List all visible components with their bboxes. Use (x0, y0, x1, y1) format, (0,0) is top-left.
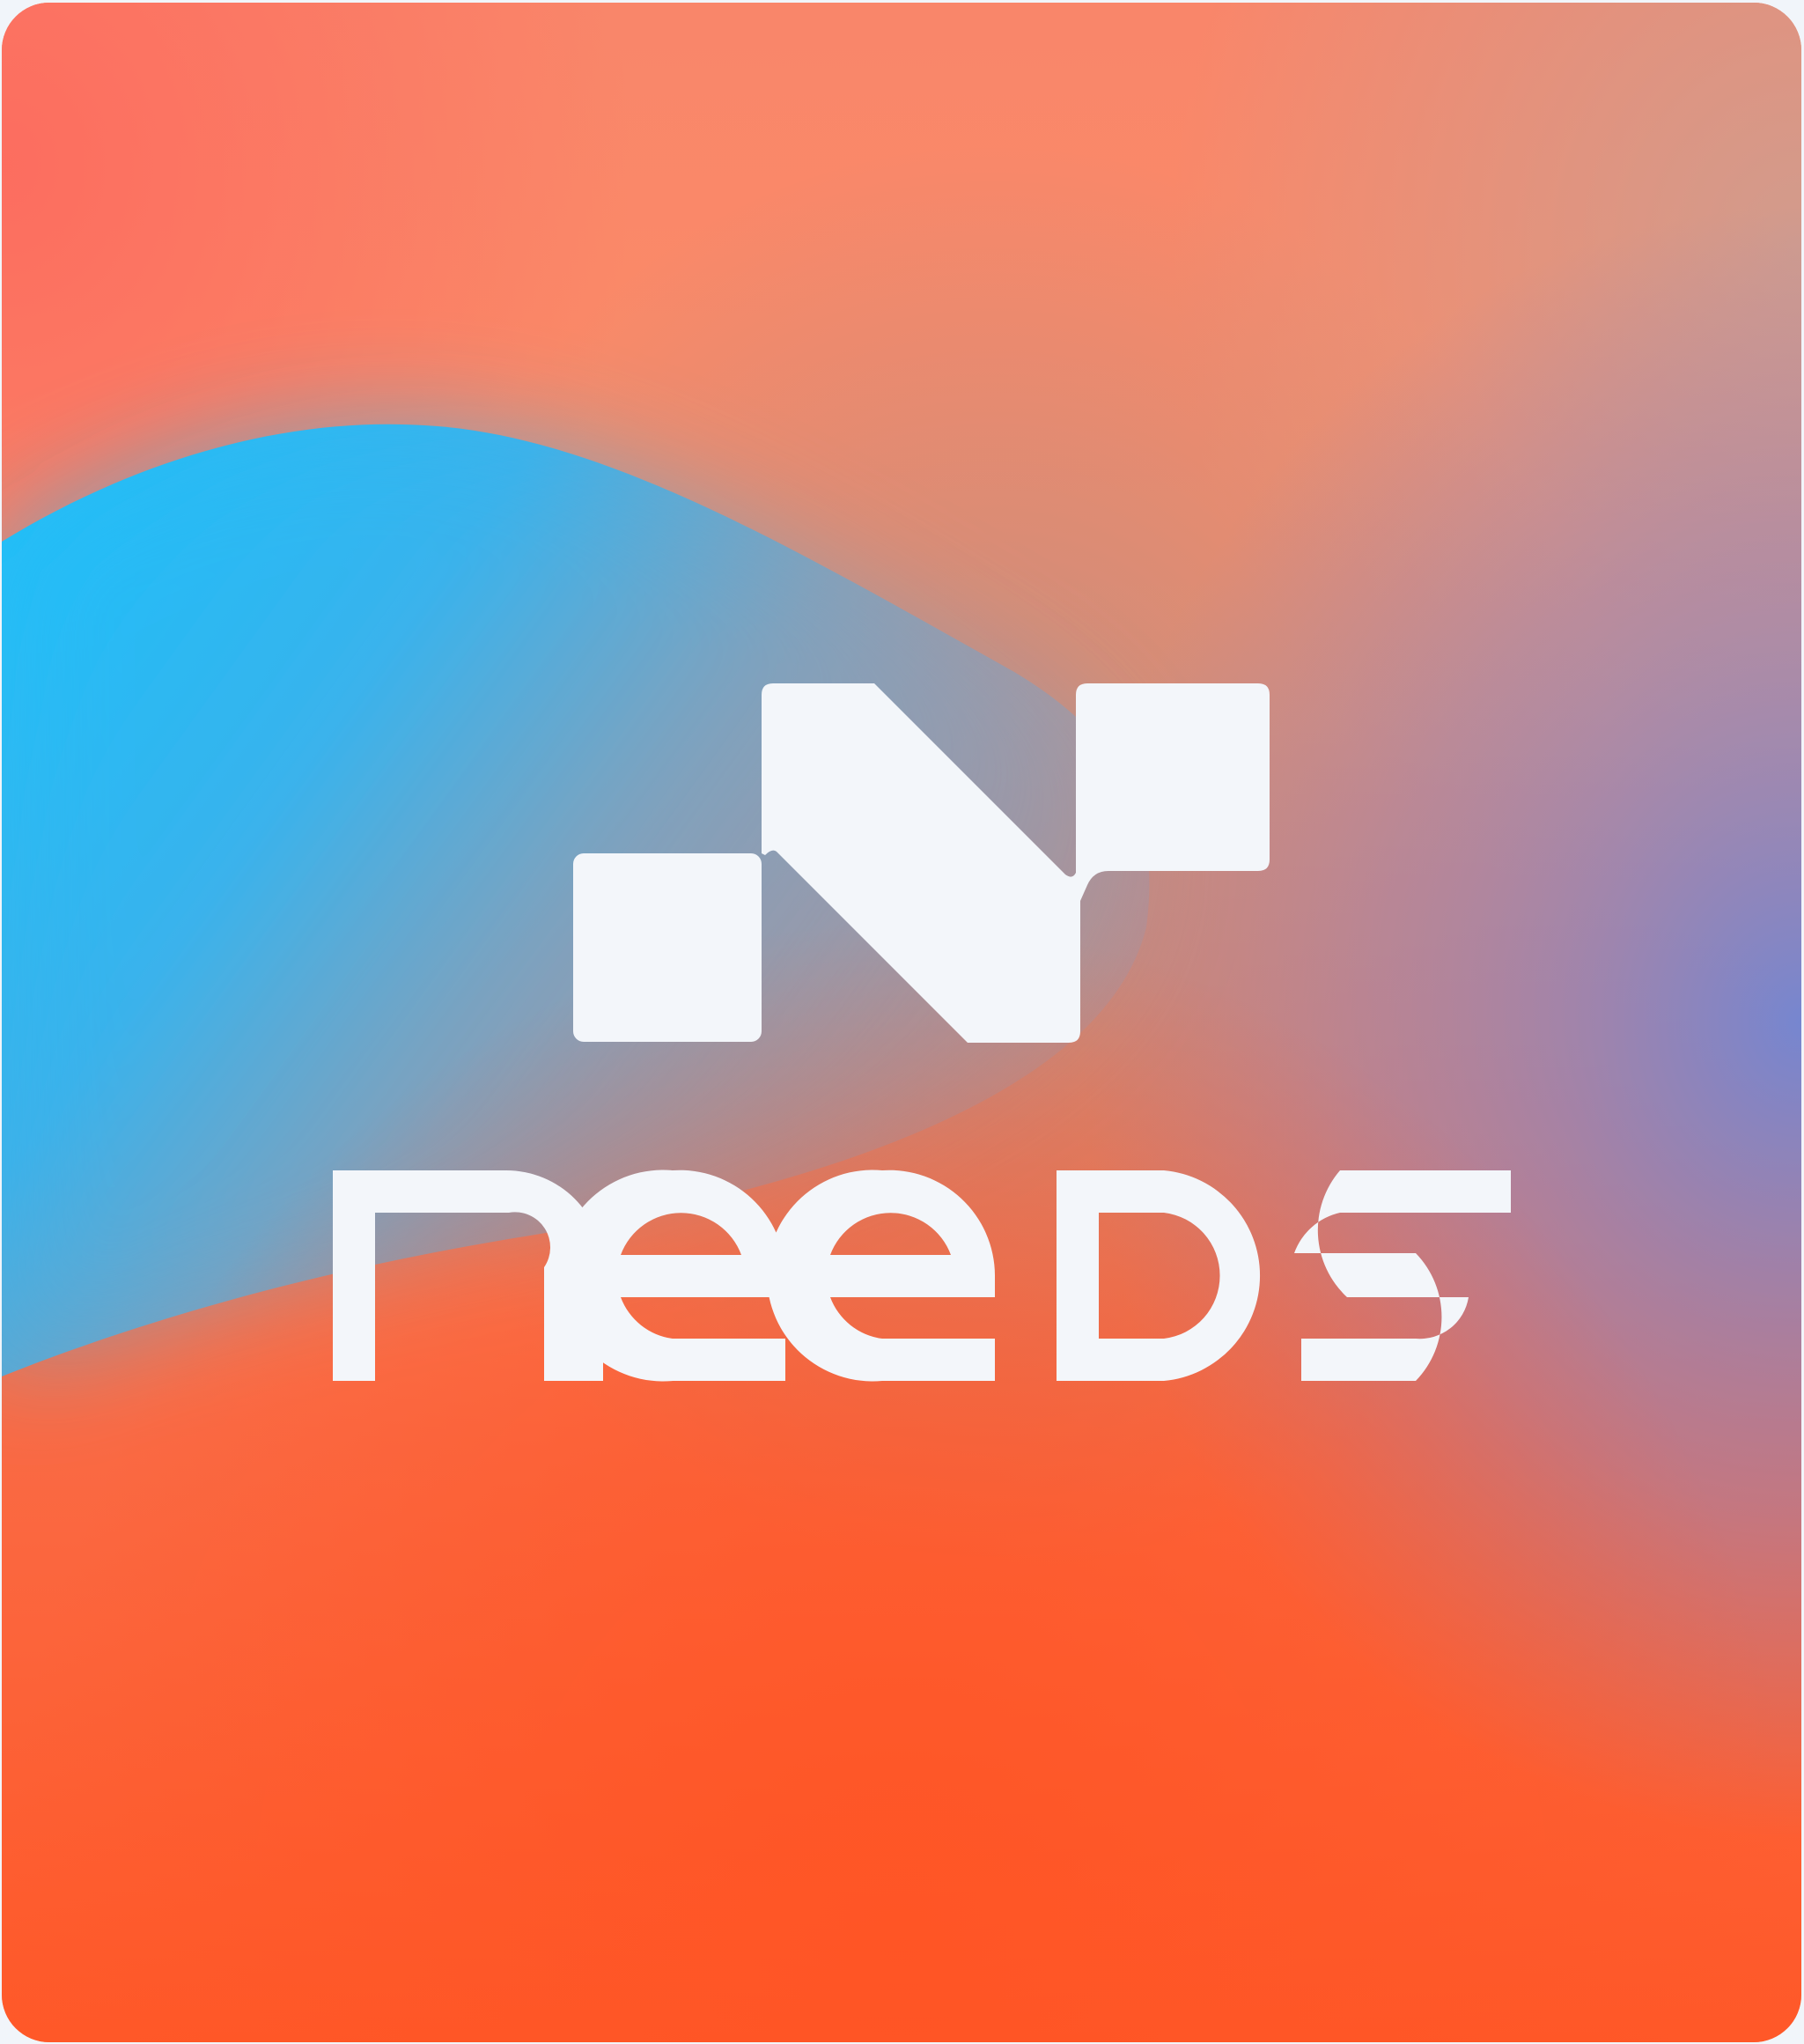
needs-wordmark (333, 1170, 1511, 1382)
n-monogram-icon (573, 683, 1270, 1043)
brand-card (2, 3, 1801, 2042)
needs-logo (333, 683, 1511, 1382)
